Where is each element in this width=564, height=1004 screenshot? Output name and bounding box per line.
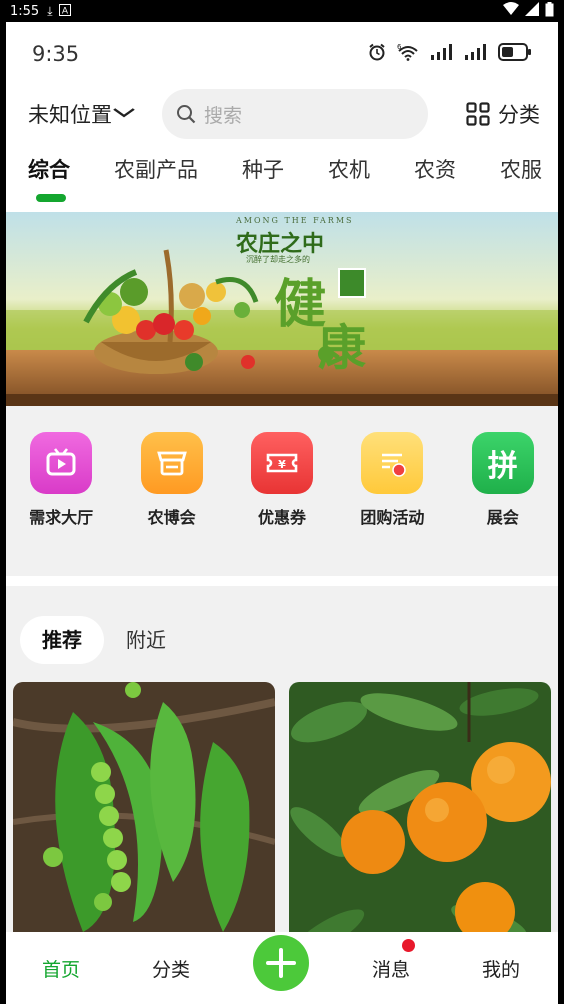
svg-text:6: 6 xyxy=(397,43,402,51)
banner-logo xyxy=(338,268,366,298)
nav-category[interactable]: 分类 xyxy=(116,955,226,982)
a-icon: A xyxy=(58,3,71,19)
status-time: 9:35 xyxy=(32,42,80,66)
entry-coupons[interactable]: ¥ 优惠券 xyxy=(237,432,327,576)
bottom-navigation: 首页 分类 消息 我的 xyxy=(6,932,558,1004)
promo-banner[interactable]: AMONG THE FARMS 农庄之中 沉醉了却走之多的 健 康 xyxy=(6,212,558,406)
chevron-down-icon xyxy=(113,106,135,122)
search-icon xyxy=(177,105,196,124)
tab-farm-services[interactable]: 农服 xyxy=(500,152,542,202)
banner-english-text: AMONG THE FARMS xyxy=(236,216,354,225)
top-header: 未知位置 搜索 分类 xyxy=(6,86,558,142)
location-label: 未知位置 xyxy=(28,103,112,127)
message-badge xyxy=(402,938,415,952)
wifi-icon xyxy=(503,2,519,20)
svg-text:¥: ¥ xyxy=(278,458,286,471)
subtab-recommended[interactable]: 推荐 xyxy=(20,616,104,664)
entry-label: 展会 xyxy=(486,508,519,527)
coupon-icon: ¥ xyxy=(250,432,313,494)
battery-icon xyxy=(498,43,532,65)
entry-label: 团购活动 xyxy=(360,508,425,527)
signal-icon xyxy=(464,44,488,64)
nav-messages[interactable]: 消息 xyxy=(336,938,446,982)
pin-char-icon: 拼 xyxy=(471,432,534,494)
nav-home[interactable]: 首页 xyxy=(6,955,116,982)
download-icon: ⤓ xyxy=(47,3,53,18)
tab-farm-machinery[interactable]: 农机 xyxy=(328,152,370,202)
inner-status-bar: 9:35 6 xyxy=(6,22,558,86)
search-input[interactable]: 搜索 xyxy=(162,89,428,139)
document-icon xyxy=(361,432,424,494)
signal-icon xyxy=(430,44,454,64)
tab-all[interactable]: 综合 xyxy=(28,152,70,202)
subtab-nearby[interactable]: 附近 xyxy=(104,616,188,664)
nav-messages-label: 消息 xyxy=(371,958,410,981)
tab-seeds[interactable]: 种子 xyxy=(242,152,284,202)
category-label: 分类 xyxy=(498,103,540,127)
search-placeholder: 搜索 xyxy=(204,104,243,127)
nav-profile[interactable]: 我的 xyxy=(446,955,556,982)
signal-icon xyxy=(525,2,539,20)
entry-label: 优惠券 xyxy=(257,508,306,527)
entry-label: 需求大厅 xyxy=(29,508,94,527)
entry-agri-expo[interactable]: 农博会 xyxy=(127,432,217,576)
feed-subtabs: 推荐 附近 xyxy=(20,616,188,664)
app-screen: 9:35 6 未知位置 搜索 分类 综合 农副产品 种子 农机 农资 农服 AM… xyxy=(6,22,558,1004)
tv-icon xyxy=(30,432,93,494)
category-tabs: 综合 农副产品 种子 农机 农资 农服 xyxy=(6,152,558,202)
tab-farm-supplies[interactable]: 农资 xyxy=(414,152,456,202)
location-selector[interactable]: 未知位置 xyxy=(28,99,135,129)
entry-group-buy[interactable]: 团购活动 xyxy=(347,432,437,576)
entry-label: 农博会 xyxy=(147,508,196,527)
tab-farm-products[interactable]: 农副产品 xyxy=(114,152,198,202)
wifi6-icon: 6 xyxy=(396,43,420,65)
section-divider xyxy=(6,576,558,586)
plus-icon[interactable] xyxy=(253,935,309,991)
svg-text:A: A xyxy=(61,6,68,16)
alarm-icon xyxy=(368,43,386,65)
entry-icon-char: 拼 xyxy=(487,449,518,484)
battery-icon xyxy=(545,1,554,21)
system-status-bar: 1:55 ⤓ A xyxy=(0,0,564,22)
entry-exhibition[interactable]: 拼 展会 xyxy=(458,432,548,576)
grid-icon xyxy=(466,102,490,126)
quick-entries: 需求大厅 农博会 ¥ 优惠券 团购活动 拼 展会 xyxy=(6,406,558,576)
entry-demand-hall[interactable]: 需求大厅 xyxy=(16,432,106,576)
banner-big-char-2: 康 xyxy=(318,320,367,376)
nav-publish[interactable] xyxy=(226,935,336,991)
category-button[interactable]: 分类 xyxy=(466,99,540,129)
system-time: 1:55 xyxy=(10,3,40,19)
shop-icon xyxy=(140,432,203,494)
